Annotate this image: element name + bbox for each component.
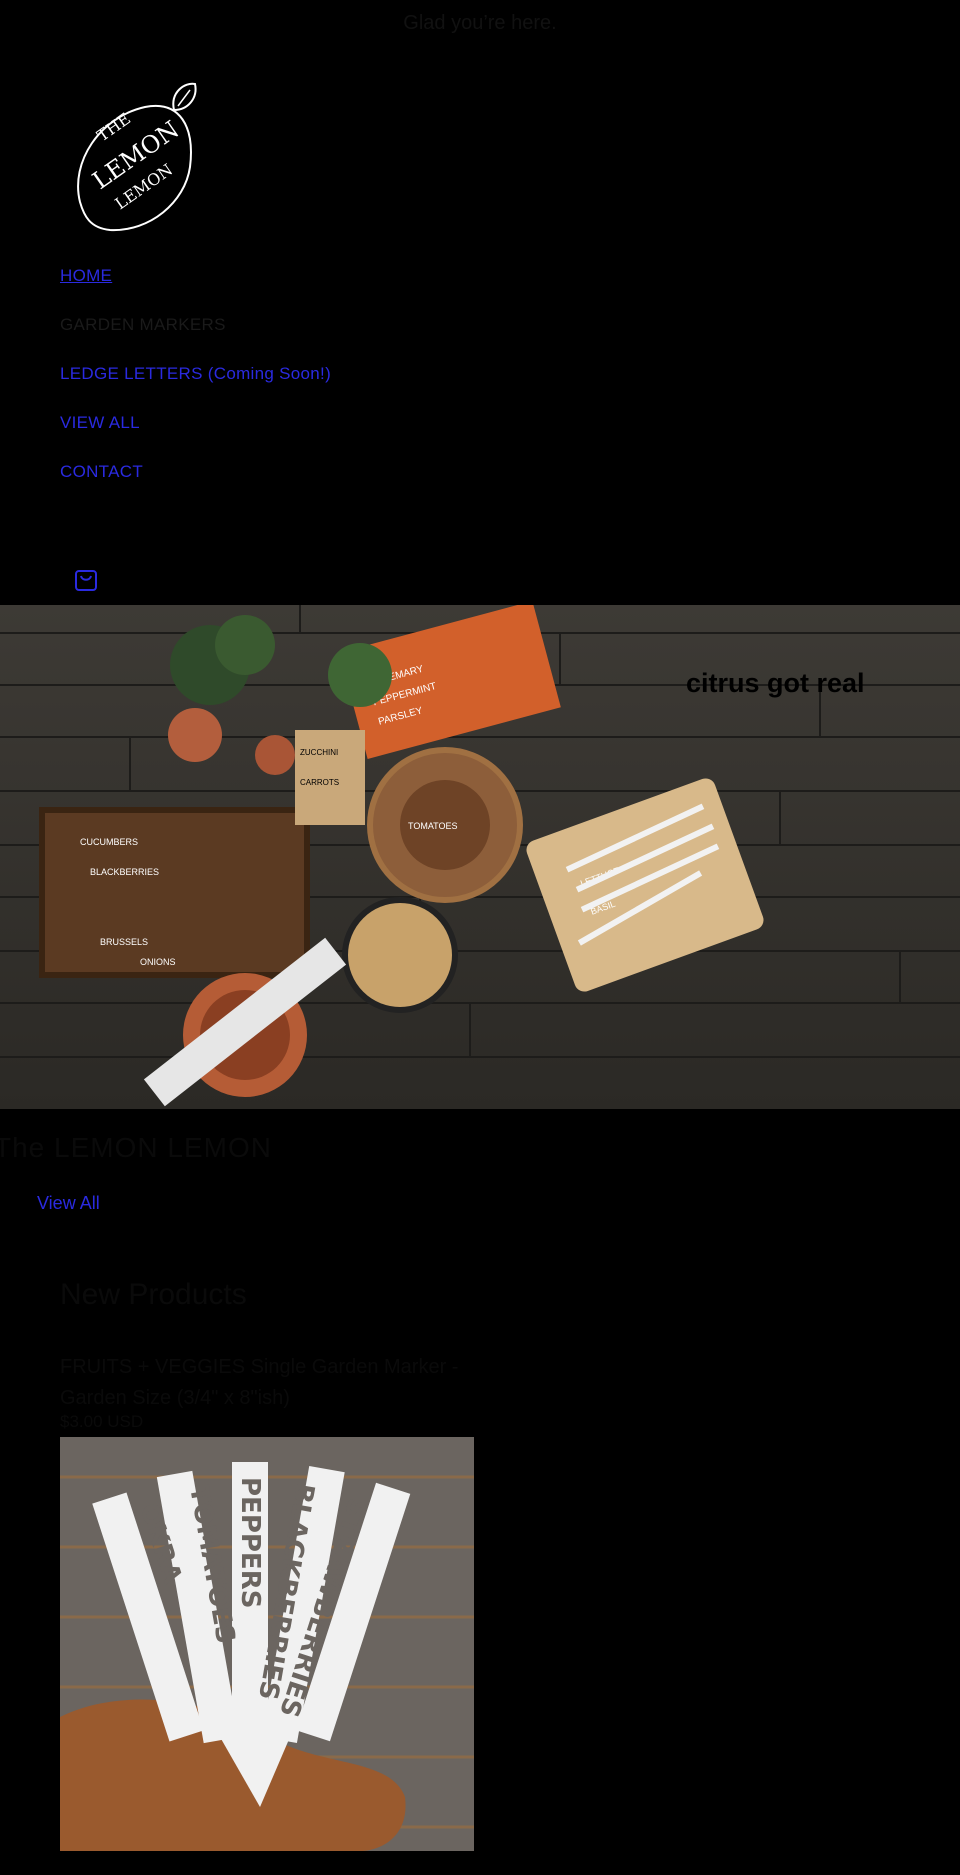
nav-item-home[interactable]: HOME: [60, 262, 331, 311]
nav-item-ledge-letters[interactable]: LEDGE LETTERS (Coming Soon!): [60, 360, 331, 409]
main-nav: HOME GARDEN MARKERS LEDGE LETTERS (Comin…: [60, 262, 331, 507]
product-price: $3.00 USD: [60, 1412, 144, 1431]
nav-item-view-all[interactable]: VIEW ALL: [60, 409, 331, 458]
product-image-link[interactable]: OKRA TOMATOES PEPPERS BLACKBERRIES STRAW…: [60, 1437, 474, 1851]
announcement-bar: Glad you’re here.: [403, 12, 557, 34]
collection-title: The LEMON LEMON: [0, 1132, 272, 1163]
product-image: OKRA TOMATOES PEPPERS BLACKBERRIES STRAW…: [60, 1437, 474, 1851]
marker-words-crate: ZUCCHINI CARROTS: [295, 730, 365, 825]
hero-marker-word: BRUSSELS: [100, 937, 148, 947]
nav-item-garden-markers[interactable]: GARDEN MARKERS: [60, 311, 331, 360]
view-all-link[interactable]: View All: [37, 1193, 100, 1214]
lemon-logo-icon: THE LEMON LEMON: [77, 82, 197, 232]
hero-marker-word: CARROTS: [300, 778, 339, 787]
nav-item-contact[interactable]: CONTACT: [60, 458, 331, 507]
product-title-link[interactable]: FRUITS + VEGGIES Single Garden Marker - …: [60, 1352, 460, 1414]
hero-marker-word: ONIONS: [140, 957, 176, 967]
hero-caption: citrus got real: [686, 668, 865, 698]
shopping-bag-icon: [75, 570, 97, 591]
new-products-title: New Products: [60, 1278, 247, 1311]
product-image-word: PEPPERS: [235, 1477, 265, 1608]
hero-marker-word: CUCUMBERS: [80, 837, 138, 847]
hero-marker-word: TOMATOES: [408, 821, 458, 831]
hero-marker-word: BLACKBERRIES: [90, 867, 159, 877]
marker-words-wood-box: CUCUMBERS BLACKBERRIES BRUSSELS ONIONS: [39, 807, 310, 978]
hero-marker-word: ZUCCHINI: [300, 748, 338, 757]
